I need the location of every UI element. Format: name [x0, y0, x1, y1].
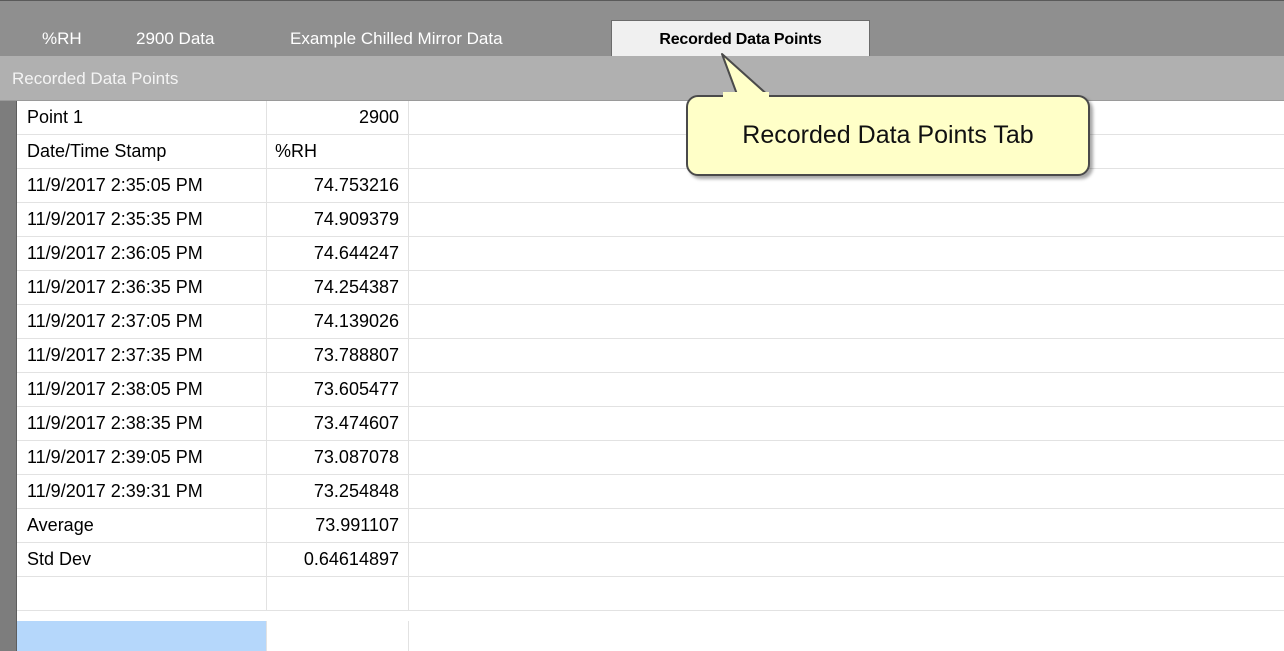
tab-rh[interactable]: %RH	[42, 20, 82, 57]
grid-cell-value[interactable]	[267, 621, 409, 651]
grid-cell-empty[interactable]	[409, 509, 1284, 543]
table-row[interactable]: 11/9/2017 2:36:05 PM 74.644247	[17, 237, 1284, 271]
grid-cell-value[interactable]: 74.753216	[267, 169, 409, 203]
grid-cell-label[interactable]: 11/9/2017 2:37:35 PM	[17, 339, 267, 373]
grid-cell-label[interactable]: Average	[17, 509, 267, 543]
grid-cell-empty[interactable]	[409, 621, 1284, 651]
grid-cell-label[interactable]: 11/9/2017 2:35:35 PM	[17, 203, 267, 237]
grid-cell-label[interactable]: 11/9/2017 2:39:05 PM	[17, 441, 267, 475]
grid-cell-empty[interactable]	[409, 441, 1284, 475]
table-row[interactable]: 11/9/2017 2:36:35 PM 74.254387	[17, 271, 1284, 305]
grid-cell-empty[interactable]	[409, 237, 1284, 271]
grid-cell-label[interactable]: 11/9/2017 2:35:05 PM	[17, 169, 267, 203]
grid-cell-label[interactable]: 11/9/2017 2:38:35 PM	[17, 407, 267, 441]
grid-cell-empty[interactable]	[409, 339, 1284, 373]
grid-cell-value[interactable]: 73.788807	[267, 339, 409, 373]
grid-cell-value[interactable]: 73.474607	[267, 407, 409, 441]
table-row[interactable]: 11/9/2017 2:39:31 PM 73.254848	[17, 475, 1284, 509]
table-row[interactable]: 11/9/2017 2:39:05 PM 73.087078	[17, 441, 1284, 475]
callout-box: Recorded Data Points Tab	[686, 95, 1090, 176]
grid-cell-value[interactable]: 74.254387	[267, 271, 409, 305]
grid-cell-empty[interactable]	[409, 203, 1284, 237]
grid-cell-label[interactable]	[17, 577, 267, 611]
grid-cell-value[interactable]	[267, 577, 409, 611]
grid-cell-value[interactable]: 73.991107	[267, 509, 409, 543]
grid-cell-empty[interactable]	[409, 475, 1284, 509]
grid-cell-value[interactable]: 2900	[267, 101, 409, 135]
table-row[interactable]: 11/9/2017 2:37:35 PM 73.788807	[17, 339, 1284, 373]
grid-cell-label[interactable]: 11/9/2017 2:37:05 PM	[17, 305, 267, 339]
callout-pointer-joint	[723, 92, 769, 98]
table-row[interactable]	[17, 577, 1284, 611]
tab-bar: %RH 2900 Data Example Chilled Mirror Dat…	[0, 0, 1284, 57]
grid-cell-empty[interactable]	[409, 407, 1284, 441]
row-header-strip	[0, 101, 17, 651]
table-row[interactable]: Point 1 2900	[17, 101, 1284, 135]
tab-example-chilled-mirror-data[interactable]: Example Chilled Mirror Data	[290, 20, 503, 57]
grid-cell-value[interactable]: 73.254848	[267, 475, 409, 509]
grid-cell-label[interactable]: 11/9/2017 2:36:05 PM	[17, 237, 267, 271]
table-row[interactable]: 11/9/2017 2:38:35 PM 73.474607	[17, 407, 1284, 441]
grid-cell-empty[interactable]	[409, 543, 1284, 577]
grid-cell-label[interactable]: Point 1	[17, 101, 267, 135]
table-row[interactable]: 11/9/2017 2:35:05 PM 74.753216	[17, 169, 1284, 203]
grid-cell-label[interactable]: Std Dev	[17, 543, 267, 577]
grid-cell-value[interactable]: 74.909379	[267, 203, 409, 237]
tab-2900-data[interactable]: 2900 Data	[136, 20, 214, 57]
grid-cell-empty[interactable]	[409, 271, 1284, 305]
table-row[interactable]: Average 73.991107	[17, 509, 1284, 543]
panel-header: Recorded Data Points	[0, 56, 1284, 101]
grid-cell-label[interactable]: Date/Time Stamp	[17, 135, 267, 169]
grid-cell-value[interactable]: 74.644247	[267, 237, 409, 271]
data-grid: Point 1 2900 Date/Time Stamp %RH 11/9/20…	[17, 101, 1284, 651]
grid-cell-value[interactable]: 73.605477	[267, 373, 409, 407]
grid-cell-selected[interactable]	[17, 621, 267, 651]
table-row[interactable]: 11/9/2017 2:35:35 PM 74.909379	[17, 203, 1284, 237]
grid-cell-empty[interactable]	[409, 373, 1284, 407]
grid-cell-value[interactable]: %RH	[267, 135, 409, 169]
table-row[interactable]: Date/Time Stamp %RH	[17, 135, 1284, 169]
grid-cell-label[interactable]: 11/9/2017 2:38:05 PM	[17, 373, 267, 407]
table-row[interactable]: 11/9/2017 2:38:05 PM 73.605477	[17, 373, 1284, 407]
grid-cell-value[interactable]: 0.64614897	[267, 543, 409, 577]
grid-cell-empty[interactable]	[409, 305, 1284, 339]
grid-cell-label[interactable]: 11/9/2017 2:36:35 PM	[17, 271, 267, 305]
table-row[interactable]: 11/9/2017 2:37:05 PM 74.139026	[17, 305, 1284, 339]
callout-text: Recorded Data Points Tab	[742, 121, 1034, 149]
grid-cell-label[interactable]: 11/9/2017 2:39:31 PM	[17, 475, 267, 509]
grid-cell-value[interactable]: 73.087078	[267, 441, 409, 475]
panel-title: Recorded Data Points	[12, 69, 179, 88]
table-row[interactable]: Std Dev 0.64614897	[17, 543, 1284, 577]
grid-cell-empty[interactable]	[409, 577, 1284, 611]
table-row[interactable]	[17, 621, 1284, 651]
grid-cell-value[interactable]: 74.139026	[267, 305, 409, 339]
